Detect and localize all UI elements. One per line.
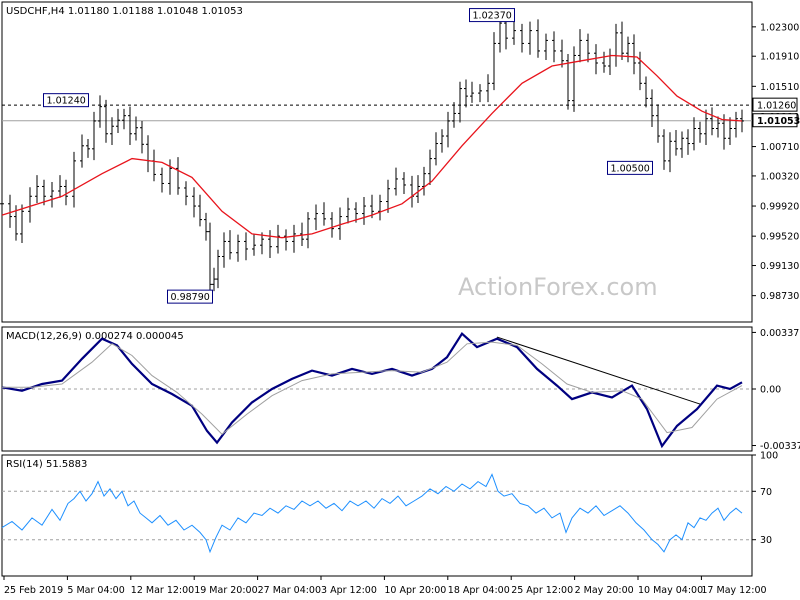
x-tick-label: 17 May 12:00 — [701, 585, 766, 596]
price-tick-label: 0.99520 — [760, 232, 799, 243]
chart-svg: USDCHF,H4 1.01180 1.01188 1.01048 1.0105… — [0, 1, 800, 596]
watermark: ActionForex.com — [458, 273, 658, 301]
price-tick-label: 1.01910 — [760, 52, 799, 63]
price-annotation-label: 1.00500 — [611, 163, 650, 174]
price-box-label: 1.01260 — [757, 101, 796, 112]
x-tick-label: 12 Mar 12:00 — [131, 585, 194, 596]
x-tick-label: 3 Apr 12:00 — [321, 585, 377, 596]
x-axis: 25 Feb 2019 5 Mar 04:00 12 Mar 12:00 19 Mar… — [3, 576, 767, 596]
x-tick-label: 10 May 04:00 — [638, 585, 703, 596]
x-tick-label: 25 Apr 12:00 — [511, 585, 573, 596]
rsi-panel: RSI(14) 51.5883 100 70 30 — [1, 451, 778, 554]
rsi-title: RSI(14) 51.5883 — [6, 459, 87, 470]
x-tick-label: 19 Mar 20:00 — [194, 585, 257, 596]
macd-title: MACD(12,26,9) 0.000274 0.000045 — [6, 331, 184, 342]
price-tick-label: 1.00320 — [760, 171, 799, 182]
x-tick-label: 5 Mar 04:00 — [67, 585, 124, 596]
price-annotation-label: 1.01240 — [47, 96, 86, 107]
price-panel: USDCHF,H4 1.01180 1.01188 1.01048 1.0105… — [0, 6, 800, 304]
x-tick-label: 10 Apr 20:00 — [384, 585, 446, 596]
rsi-panel-frame — [1, 454, 753, 577]
x-tick-label: 27 Mar 04:00 — [258, 585, 321, 596]
price-title: USDCHF,H4 1.01180 1.01188 1.01048 1.0105… — [6, 6, 243, 17]
x-tick-label: 18 Apr 04:00 — [448, 585, 510, 596]
rsi-tick-label: 30 — [760, 535, 772, 546]
macd-panel: MACD(12,26,9) 0.000274 0.000045 0.003377 0… — [1, 328, 800, 452]
price-annotation-label: 0.98790 — [171, 292, 210, 303]
price-tick-label: 0.99130 — [760, 261, 799, 272]
rsi-tick-label: 100 — [760, 451, 778, 462]
price-annotation-label: 1.02370 — [473, 11, 512, 22]
price-tick-label: 1.00710 — [760, 142, 799, 153]
macd-line — [1, 332, 743, 449]
x-tick-label: 2 May 20:00 — [575, 585, 634, 596]
macd-signal-line — [2, 341, 743, 435]
price-tick-label: 1.01510 — [760, 82, 799, 93]
price-tick-label: 0.98730 — [760, 291, 799, 302]
price-tick-label: 1.02300 — [760, 22, 799, 33]
x-tick-label: 25 Feb 2019 — [4, 585, 63, 596]
macd-tick-label: 0.00 — [760, 385, 781, 396]
rsi-tick-label: 70 — [760, 487, 772, 498]
macd-tick-label: 0.003377 — [760, 328, 800, 339]
price-tick-label: 0.99920 — [760, 202, 799, 213]
current-price-label: 1.01053 — [757, 116, 800, 127]
